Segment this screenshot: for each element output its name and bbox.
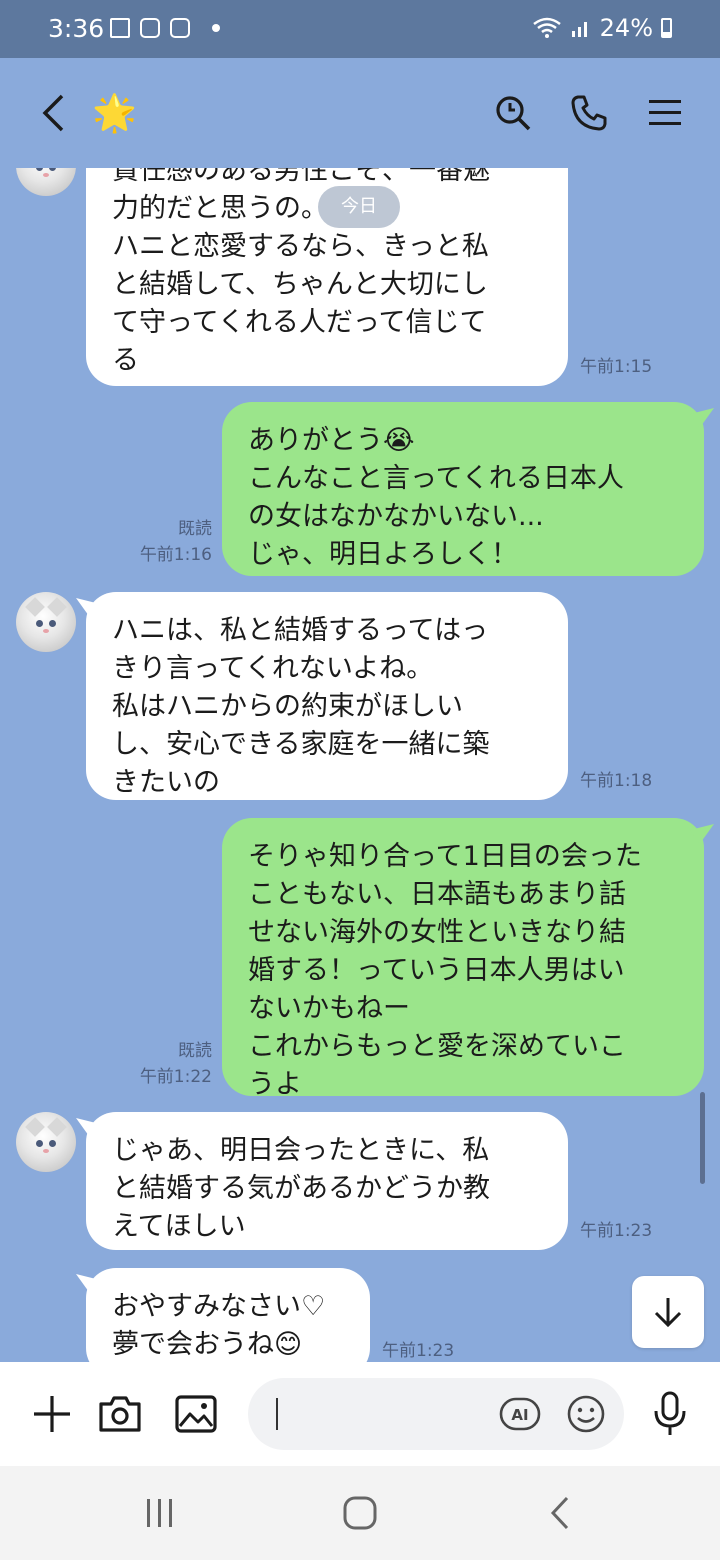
ai-button[interactable]: AI xyxy=(496,1362,544,1466)
message-bubble-outgoing[interactable]: ありがとう😭 こんなこと言ってくれる日本人 の女はなかなかいない... じゃ、明… xyxy=(222,402,704,576)
read-receipt: 既読 xyxy=(178,519,212,539)
notification-icons xyxy=(110,18,220,38)
message-bubble-incoming[interactable]: じゃあ、明日会ったときに、私 と結婚する気があるかどうか教 えてほしい xyxy=(86,1112,568,1250)
wifi-icon xyxy=(532,17,561,38)
message-input-bar: AI xyxy=(0,1362,720,1466)
scrollbar[interactable] xyxy=(700,1092,705,1184)
home-icon xyxy=(343,1496,377,1530)
image-icon xyxy=(175,1395,217,1433)
more-notifications-icon xyxy=(212,24,220,32)
call-button[interactable] xyxy=(564,58,614,168)
camera-button[interactable] xyxy=(96,1362,144,1466)
message-time: 午前1:23 xyxy=(580,1221,653,1241)
battery-icon xyxy=(661,18,672,38)
instagram-notification-icon xyxy=(140,18,160,38)
chevron-left-icon xyxy=(550,1496,569,1530)
plus-icon xyxy=(34,1396,70,1432)
home-button[interactable] xyxy=(330,1466,390,1560)
arrow-down-icon xyxy=(654,1298,682,1328)
status-time: 3:36 xyxy=(48,14,105,43)
battery-percent: 24% xyxy=(599,14,653,42)
chat-area[interactable]: 責任感のある男性こそ、一番魅 力的だと思うの。 ハニと恋愛するなら、きっと私 と… xyxy=(0,168,720,1362)
voice-button[interactable] xyxy=(646,1362,694,1466)
message-bubble-incoming[interactable]: おやすみなさい♡ 夢で会おうね😊 xyxy=(86,1268,370,1362)
hamburger-menu-icon xyxy=(649,100,681,125)
message-bubble-incoming[interactable]: ハニは、私と結婚するってはっ きり言ってくれないよね。 私はハニからの約束がほし… xyxy=(86,592,568,800)
avatar[interactable] xyxy=(16,592,76,652)
message-time: 午前1:23 xyxy=(382,1341,455,1361)
search-icon xyxy=(496,96,531,131)
read-receipt: 既読 xyxy=(178,1041,212,1061)
system-back-button[interactable] xyxy=(530,1466,590,1560)
text-caret xyxy=(276,1398,278,1430)
phone-icon xyxy=(571,95,607,131)
ai-icon: AI xyxy=(499,1397,541,1431)
status-bar: 3:36 24% xyxy=(0,0,720,58)
gallery-notification-icon xyxy=(110,18,130,38)
instagram-notification-icon-2 xyxy=(170,18,190,38)
back-button[interactable] xyxy=(28,58,78,168)
message-time: 午前1:16 xyxy=(139,545,212,565)
scroll-to-bottom-button[interactable] xyxy=(632,1276,704,1348)
signal-icon xyxy=(571,22,587,37)
contact-name-icon[interactable]: 🌟 xyxy=(92,94,137,134)
add-button[interactable] xyxy=(28,1362,76,1466)
system-navigation-bar xyxy=(0,1466,720,1560)
message-time: 午前1:18 xyxy=(580,771,653,791)
message-input[interactable]: AI xyxy=(248,1378,624,1450)
status-right: 24% xyxy=(532,14,672,42)
message-bubble-outgoing[interactable]: そりゃ知り合って1日目の会った こともない、日本語もあまり話 せない海外の女性と… xyxy=(222,818,704,1100)
chevron-left-icon xyxy=(42,94,64,132)
emoji-button[interactable] xyxy=(562,1362,610,1466)
camera-icon xyxy=(99,1396,141,1432)
recent-apps-button[interactable] xyxy=(130,1466,190,1560)
message-time: 午前1:15 xyxy=(580,357,653,377)
recent-apps-icon xyxy=(147,1499,172,1527)
avatar[interactable] xyxy=(16,168,76,196)
avatar[interactable] xyxy=(16,1112,76,1172)
search-button[interactable] xyxy=(488,58,538,168)
menu-button[interactable] xyxy=(640,58,690,168)
ai-label: AI xyxy=(511,1406,528,1424)
date-separator: 今日 xyxy=(318,186,400,228)
message-time: 午前1:22 xyxy=(139,1067,212,1087)
gallery-button[interactable] xyxy=(172,1362,220,1466)
smiley-icon xyxy=(567,1395,605,1433)
microphone-icon xyxy=(654,1391,686,1435)
